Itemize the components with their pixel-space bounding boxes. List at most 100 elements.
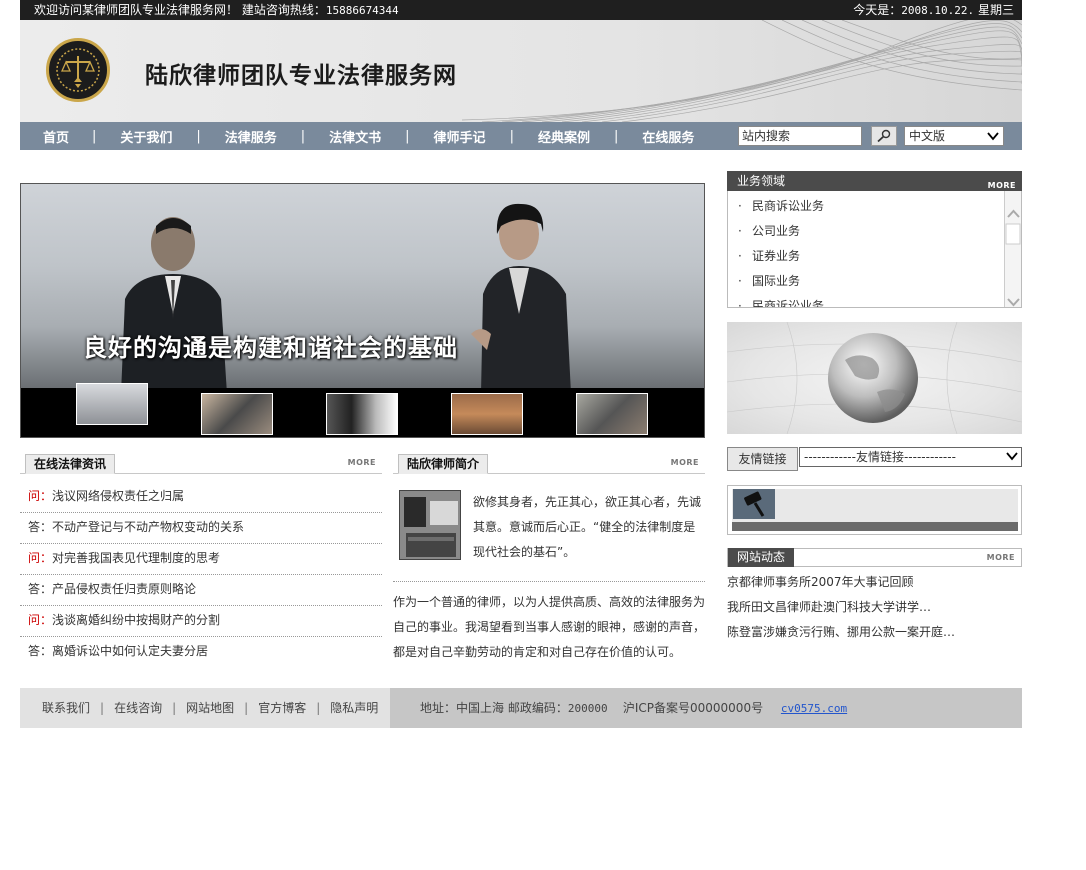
banner-photo: 良好的沟通是构建和谐社会的基础 [21, 184, 704, 394]
site-header: 陆欣律师团队专业法律服务网 [20, 20, 1022, 122]
bullet: · [738, 249, 742, 263]
news-item-text[interactable]: 不动产登记与不动产物权变动的关系 [52, 520, 244, 534]
list-item[interactable]: 问：浅谈离婚纠纷中按揭财产的分割 [20, 606, 382, 637]
scroll-arrows-icon [1005, 209, 1021, 307]
list-item[interactable]: 答：不动产登记与不动产物权变动的关系 [20, 513, 382, 544]
area-label[interactable]: 证券业务 [752, 249, 800, 263]
lawyer-intro-title: 陆欣律师简介 [398, 454, 489, 474]
footer-separator: | [100, 701, 105, 715]
nav-item-legal-services[interactable]: 法律服务 [201, 127, 301, 146]
chevron-down-icon [987, 132, 999, 141]
news-item-text[interactable]: 浅议网络侵权责任之归属 [52, 489, 184, 503]
list-item[interactable]: · 民商诉讼业务 [738, 194, 1021, 219]
banner-thumbnail-5[interactable] [576, 393, 648, 435]
answer-prefix: 答： [28, 520, 53, 534]
chevron-down-icon [1006, 452, 1018, 461]
nav-item-legal-documents[interactable]: 法律文书 [305, 127, 405, 146]
site-footer: 联系我们 | 在线咨询 | 网站地图 | 官方博客 | 隐私声明 地址：中国上海 邮政编码：20… [20, 688, 1022, 728]
welcome-text: 欢迎访问某律师团队专业法律服务网！ 建站咨询热线：15886674344 [34, 0, 399, 20]
footer-link-consult[interactable]: 在线咨询 [114, 701, 162, 715]
gavel-icon [733, 489, 775, 519]
list-item[interactable]: · 证券业务 [738, 244, 1021, 269]
bullet: · [738, 299, 742, 308]
gavel-banner-strip [732, 522, 1018, 531]
banner-thumbnails [21, 383, 704, 437]
date-value: 2008.10.22. [901, 4, 975, 17]
legal-news-more-link[interactable]: MORE [348, 458, 376, 467]
banner-thumbnail-1[interactable] [76, 383, 148, 425]
main-nav: 首页 | 关于我们 | 法律服务 | 法律文书 | 律师手记 | 经典案例 | 在线服务 站… [20, 122, 1022, 150]
area-label[interactable]: 民商诉讼业务 [752, 199, 824, 213]
legal-news-section: 在线法律资讯 MORE 问：浅议网络侵权责任之归属 答：不动产登记与不动产物权变… [20, 452, 382, 668]
gavel-glyph-icon [744, 491, 765, 517]
footer-link-sitemap[interactable]: 网站地图 [186, 701, 234, 715]
news-item-text[interactable]: 产品侵权责任归责原则略论 [52, 582, 196, 596]
gavel-banner[interactable] [727, 485, 1022, 535]
list-item[interactable]: 京都律师事务所2007年大事记回顾 [727, 570, 1022, 595]
scrollbar[interactable] [1004, 191, 1021, 307]
banner-slogan: 良好的沟通是构建和谐社会的基础 [83, 334, 458, 362]
lawyer-intro-header: 陆欣律师简介 MORE [393, 452, 705, 474]
page: 欢迎访问某律师团队专业法律服务网！ 建站咨询热线：15886674344 今天是… [20, 0, 1022, 728]
nav-item-online-service[interactable]: 在线服务 [618, 127, 718, 146]
site-news-more-link[interactable]: MORE [987, 553, 1015, 562]
footer-site-link[interactable]: cv0575.com [781, 702, 847, 715]
nav-item-classic-cases[interactable]: 经典案例 [514, 127, 614, 146]
business-areas-title: 业务领域 [737, 174, 786, 188]
intro-divider [393, 581, 705, 582]
list-item[interactable]: 我所田文昌律师赴澳门科技大学讲学… [727, 595, 1022, 620]
footer-link-privacy[interactable]: 隐私声明 [330, 701, 378, 715]
area-label[interactable]: 国际业务 [752, 274, 800, 288]
site-search-input[interactable]: 站内搜索 [738, 126, 862, 146]
list-item[interactable]: 问：对完善我国表见代理制度的思考 [20, 544, 382, 575]
list-item[interactable]: 陈登富涉嫌贪污行贿、挪用公款一案开庭… [727, 620, 1022, 645]
scales-of-justice-icon [56, 48, 100, 92]
footer-separator: | [244, 701, 249, 715]
friend-links-select[interactable]: ------------友情链接------------ [799, 447, 1022, 467]
search-button[interactable] [871, 126, 897, 146]
area-label[interactable]: 公司业务 [752, 224, 800, 238]
site-news-list: 京都律师事务所2007年大事记回顾 我所田文昌律师赴澳门科技大学讲学… 陈登富涉… [727, 570, 1022, 645]
friend-links: 友情链接 ------------友情链接------------ [727, 447, 1022, 471]
list-item[interactable]: · 公司业务 [738, 219, 1021, 244]
office-image [400, 491, 460, 559]
question-prefix: 问： [28, 551, 53, 565]
footer-postcode: 200000 [567, 702, 608, 715]
globe-banner[interactable] [727, 322, 1022, 434]
area-label[interactable]: 民商诉讼业务 [752, 299, 824, 307]
globe-icon [727, 322, 1022, 434]
footer-link-blog[interactable]: 官方博客 [258, 701, 306, 715]
nav-item-home[interactable]: 首页 [20, 127, 92, 146]
banner-thumbnail-3[interactable] [326, 393, 398, 435]
list-item[interactable]: · 民商诉讼业务 [738, 294, 1021, 308]
lawyer-motto: 欲修其身者，先正其心，欲正其心者，先诚其意。意诚而后心正。“健全的法律制度是 现… [473, 495, 702, 559]
banner-thumbnail-4[interactable] [451, 393, 523, 435]
decorative-waves [462, 20, 1022, 122]
news-item-text[interactable]: 离婚诉讼中如何认定夫妻分居 [52, 644, 208, 658]
list-item[interactable]: 答：产品侵权责任归责原则略论 [20, 575, 382, 606]
scales-logo-icon[interactable] [46, 38, 110, 102]
list-item[interactable]: 问：浅议网络侵权责任之归属 [20, 482, 382, 513]
lawyer-description: 作为一个普通的律师，以为人提供高质、高效的法律服务为自己的事业。我渴望看到当事人… [393, 595, 706, 659]
news-item-text[interactable]: 浅谈离婚纠纷中按揭财产的分割 [52, 613, 220, 627]
lawyer-photo [399, 490, 461, 560]
date-display: 今天是：2008.10.22. 星期三 [853, 0, 1014, 20]
right-sidebar: 业务领域 MORE · 民商诉讼业务 · 公司业务 · 证券业务 · 国际业务 · 民商诉… [727, 171, 1022, 645]
list-item[interactable]: · 国际业务 [738, 269, 1021, 294]
lawyer-intro-more-link[interactable]: MORE [671, 458, 699, 467]
question-prefix: 问： [28, 489, 53, 503]
language-select[interactable]: 中文版 [904, 126, 1004, 146]
top-bar: 欢迎访问某律师团队专业法律服务网！ 建站咨询热线：15886674344 今天是… [20, 0, 1022, 20]
legal-news-header: 在线法律资讯 MORE [20, 452, 382, 474]
nav-item-about[interactable]: 关于我们 [96, 127, 196, 146]
nav-item-lawyer-notes[interactable]: 律师手记 [410, 127, 510, 146]
news-item-text[interactable]: 对完善我国表见代理制度的思考 [52, 551, 220, 565]
list-item[interactable]: 答：离婚诉讼中如何认定夫妻分居 [20, 637, 382, 668]
lawyer-intro-section: 陆欣律师简介 MORE 欲修其身者，先正其心，欲正其心者，先诚其意。意诚而后心正… [393, 452, 705, 659]
friend-links-button[interactable]: 友情链接 [727, 447, 798, 471]
footer-link-contact[interactable]: 联系我们 [42, 701, 90, 715]
footer-separator: | [172, 701, 177, 715]
site-title: 陆欣律师团队专业法律服务网 [145, 63, 457, 89]
footer-links: 联系我们 | 在线咨询 | 网站地图 | 官方博客 | 隐私声明 [20, 688, 390, 728]
banner-thumbnail-2[interactable] [201, 393, 273, 435]
